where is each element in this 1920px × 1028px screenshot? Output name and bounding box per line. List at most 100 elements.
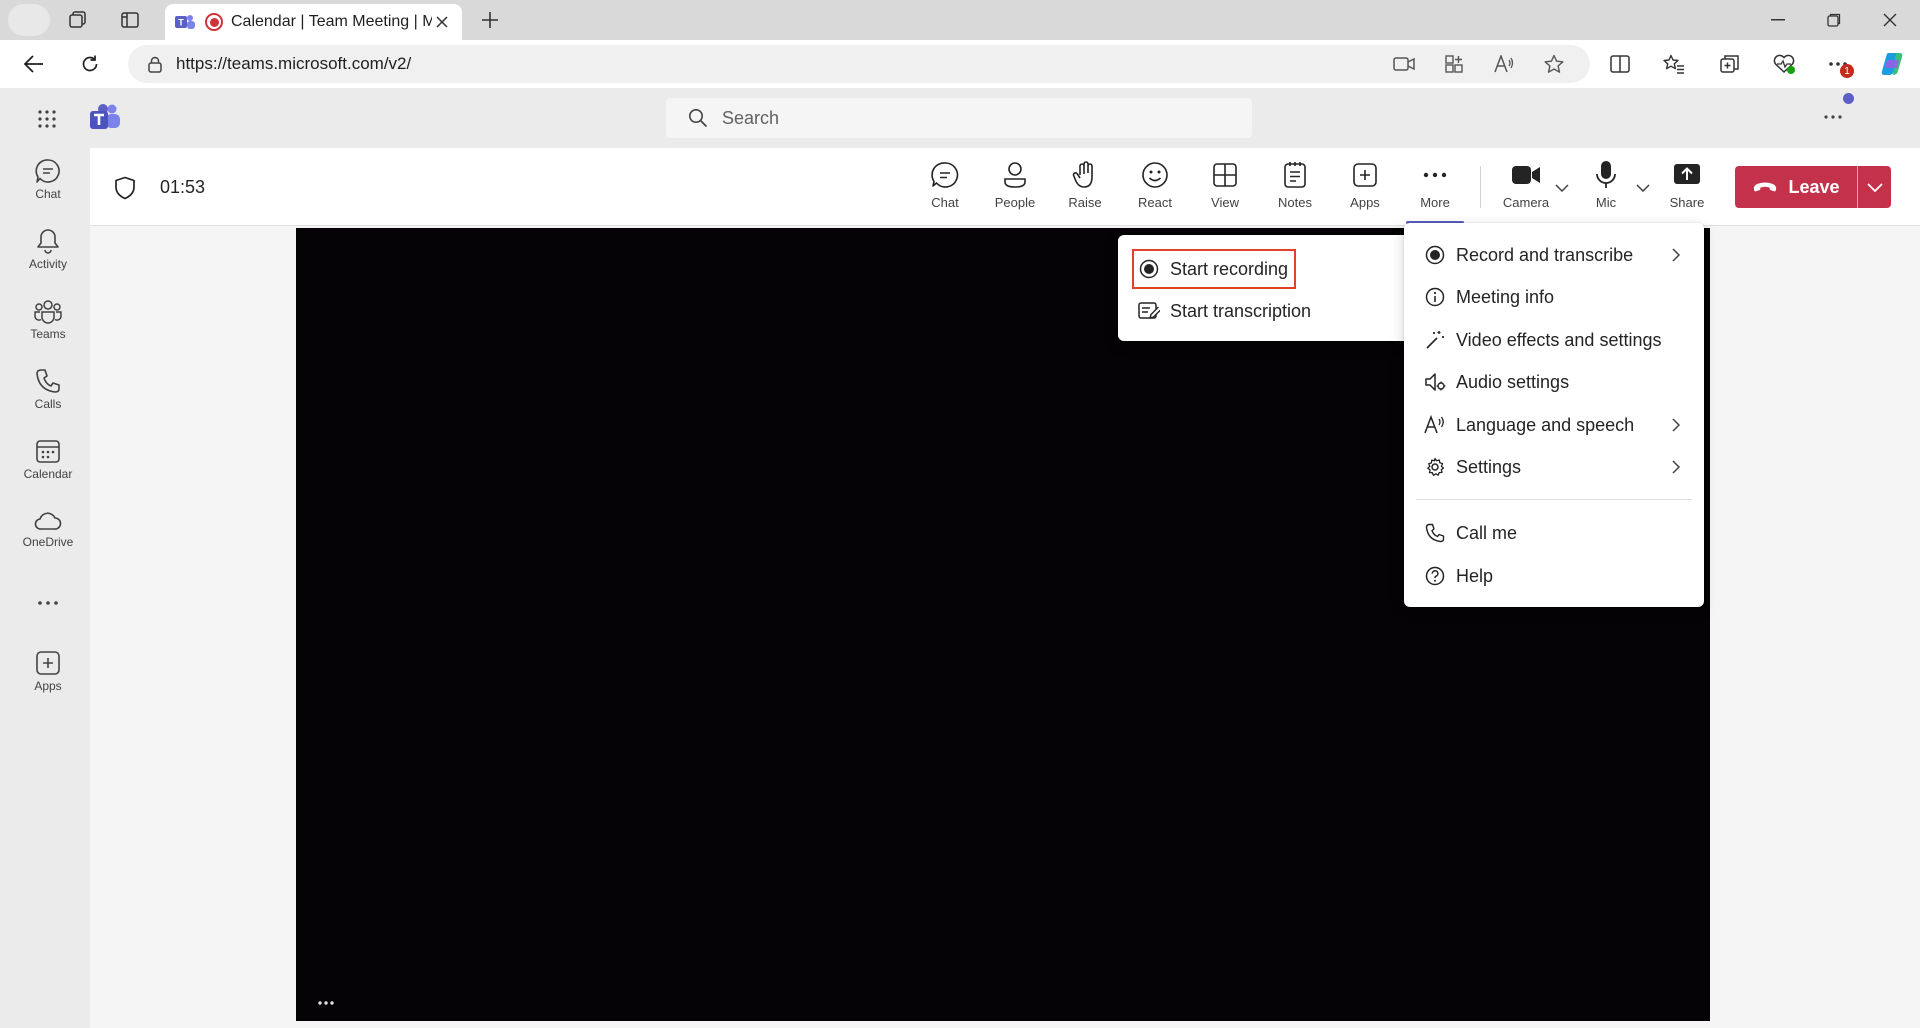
menu-item-meeting-info[interactable]: Meeting info [1404,277,1704,317]
bell-icon [37,229,59,254]
favorite-star-icon[interactable] [1538,48,1570,80]
close-window-icon[interactable] [1862,0,1918,40]
settings-and-more-icon[interactable]: 1 [1820,48,1856,80]
toolbar-label: Apps [1350,195,1380,210]
video-more-options-icon[interactable] [310,991,342,1015]
menu-item-label: Start transcription [1170,300,1312,321]
meeting-control-bar: 01:53 Chat People Raise React View Notes… [90,148,1920,226]
toolbar-label: React [1138,195,1172,210]
teams-header [0,88,1920,148]
toolbar-label: Chat [931,195,959,210]
menu-item-label: Start recording [1170,258,1289,279]
rail-item-apps[interactable]: Apps [4,650,92,710]
toolbar-people-button[interactable]: People [983,160,1047,220]
rail-item-activity[interactable]: Activity [4,228,92,288]
more-horizontal-icon [38,601,58,605]
toolbar-label: Camera [1502,195,1550,210]
leave-button[interactable]: Leave [1735,166,1857,208]
menu-item-audio-settings[interactable]: Audio settings [1404,362,1704,402]
rail-item-onedrive[interactable]: OneDrive [4,510,92,570]
svg-text:T: T [178,18,184,28]
toolbar-chat-button[interactable]: Chat [913,160,977,220]
refresh-icon[interactable] [72,48,108,80]
minimize-window-icon[interactable] [1750,0,1806,40]
person-icon [1000,160,1030,190]
rail-item-chat[interactable]: Chat [4,158,92,218]
toolbar-more-button[interactable]: More [1403,160,1467,224]
header-more-options-icon[interactable] [1818,102,1848,132]
browser-tab-active[interactable]: T Calendar | Team Meeting | Microsoft Te… [165,4,462,40]
rail-item-calls[interactable]: Calls [4,368,92,428]
toolbar-share-button[interactable]: Share [1655,160,1719,220]
toolbar-apps-button[interactable]: Apps [1333,160,1397,220]
toolbar-raise-hand-button[interactable]: Raise [1053,160,1117,220]
menu-item-call-me[interactable]: Call me [1404,513,1704,553]
toolbar-label: View [1211,195,1239,210]
back-arrow-icon[interactable] [16,48,52,80]
workspaces-icon[interactable] [62,4,94,36]
notification-badge: 1 [1840,64,1854,78]
share-screen-icon [1672,160,1702,190]
lock-icon[interactable] [148,56,162,73]
rail-item-teams[interactable]: Teams [4,298,92,358]
browser-address-bar: https://teams.microsoft.com/v2/ 1 [0,40,1920,88]
copilot-icon[interactable] [1874,48,1910,80]
menu-item-settings[interactable]: Settings [1404,447,1704,487]
toolbar-react-button[interactable]: React [1123,160,1187,220]
rail-item-calendar[interactable]: Calendar [4,438,92,498]
gear-icon [1424,456,1446,478]
rail-more-apps[interactable] [4,588,92,618]
search-input[interactable] [722,107,1202,129]
browser-profile-button[interactable] [8,4,50,36]
toolbar-label: Raise [1068,195,1102,210]
url-field[interactable]: https://teams.microsoft.com/v2/ [128,45,1590,83]
app-available-icon[interactable] [1438,48,1470,80]
shield-icon[interactable] [114,176,138,200]
chat-icon [35,159,60,183]
toolbar-mic-button[interactable]: Mic [1574,160,1638,220]
new-tab-icon[interactable] [474,4,506,36]
hand-icon [1070,160,1100,190]
rail-item-label: Activity [28,257,67,271]
menu-item-label: Settings [1456,456,1522,477]
start-transcription-item[interactable]: Start transcription [1118,291,1416,331]
toolbar-divider [1480,166,1481,208]
toolbar-label: People [994,195,1036,210]
chevron-right-icon [1666,457,1686,477]
start-recording-item[interactable]: Start recording [1118,249,1416,289]
read-aloud-icon[interactable] [1488,48,1520,80]
teams-logo-icon [89,103,121,133]
split-screen-icon[interactable] [1602,48,1638,80]
menu-item-record-transcribe[interactable]: Record and transcribe [1404,235,1704,275]
menu-item-language-speech[interactable]: Language and speech [1404,405,1704,445]
toolbar-view-button[interactable]: View [1193,160,1257,220]
menu-item-help[interactable]: Help [1404,556,1704,596]
more-options-menu: Record and transcribe Meeting info Video… [1404,223,1704,607]
emoji-icon [1140,160,1170,190]
tab-close-icon[interactable] [432,12,452,32]
notes-icon [1280,160,1310,190]
mic-options-chevron-icon[interactable] [1633,178,1653,198]
app-launcher-icon[interactable] [32,104,62,134]
more-horizontal-icon [1420,160,1450,190]
language-icon [1424,414,1446,436]
menu-item-label: Call me [1456,522,1518,543]
rail-item-label: OneDrive [22,535,74,549]
camera-permission-icon[interactable] [1388,48,1420,80]
cloud-icon [34,512,62,530]
leave-options-chevron-icon[interactable] [1858,166,1891,208]
browser-tab-bar: T Calendar | Team Meeting | Microsoft Te… [0,0,1920,40]
favorites-icon[interactable] [1656,48,1692,80]
leave-button-group: Leave [1735,166,1891,208]
rail-item-label: Apps [34,679,62,693]
teams-search-box[interactable] [666,98,1252,138]
toolbar-camera-button[interactable]: Camera [1494,160,1558,220]
vertical-tabs-icon[interactable] [114,4,146,36]
camera-options-chevron-icon[interactable] [1552,178,1572,198]
menu-item-video-effects[interactable]: Video effects and settings [1404,320,1704,360]
rail-item-label: Calendar [23,467,73,481]
collections-icon[interactable] [1712,48,1748,80]
browser-health-icon[interactable] [1766,48,1802,80]
restore-window-icon[interactable] [1806,0,1862,40]
toolbar-notes-button[interactable]: Notes [1263,160,1327,220]
